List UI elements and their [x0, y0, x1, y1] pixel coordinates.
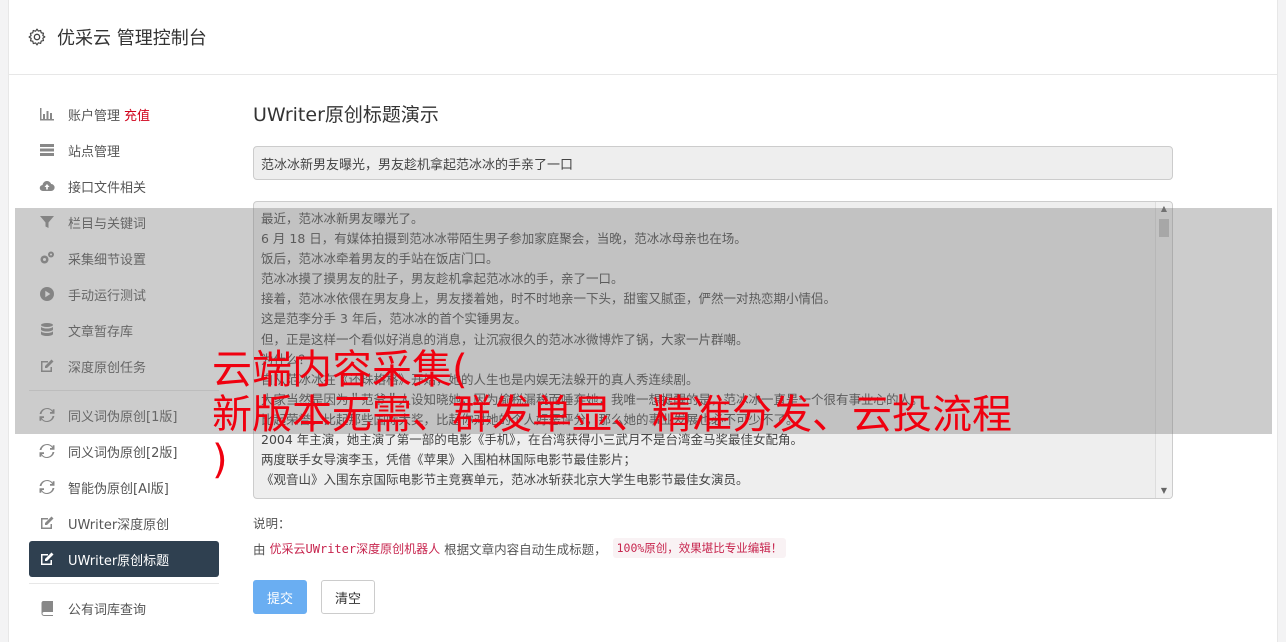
sidebar-item-label: 站点管理: [68, 144, 121, 160]
submit-button[interactable]: 提交: [253, 580, 307, 614]
sidebar-item-smart-ai[interactable]: 智能伪原创[AI版]: [29, 469, 219, 505]
sidebar-item-label: UWriter深度原创: [68, 517, 170, 533]
scroll-down-arrow-icon[interactable]: ▼: [1156, 484, 1172, 498]
edit-icon: [41, 516, 54, 529]
refresh-icon: [39, 480, 55, 494]
note-highlight-original: 100%原创，效果堪比专业编辑！: [612, 538, 787, 558]
section-title: UWriter原创标题演示: [253, 104, 439, 126]
title-input[interactable]: [253, 146, 1173, 180]
watermark-text: 云端内容采集(新版本无需、群发单显、精准分发、云投流程): [212, 348, 1092, 483]
sidebar-item-label: 同义词伪原创[2版]: [68, 445, 178, 461]
page-title: 优采云 管理控制台: [57, 28, 207, 49]
clear-button[interactable]: 清空: [321, 580, 375, 614]
sidebar-item-public-lexicon[interactable]: 公有词库查询: [29, 590, 219, 626]
sidebar-item-account[interactable]: 账户管理 充值: [29, 96, 219, 132]
sidebar-item-uwriter-title[interactable]: UWriter原创标题: [29, 541, 219, 577]
watermark-line: 云端内容采集(: [212, 347, 468, 393]
sidebar-item-uwriter-deep[interactable]: UWriter深度原创: [29, 505, 219, 541]
watermark-line: 新版本无需、群发单显、精准分发、云投流程: [212, 392, 1012, 438]
sidebar-item-sites[interactable]: 站点管理: [29, 132, 219, 168]
note-text: 由 优采云UWriter深度原创机器人 根据文章内容自动生成标题， 100%原创…: [253, 538, 1173, 558]
note-label: 说明：: [253, 516, 291, 531]
refresh-icon: [39, 444, 55, 458]
sidebar-item-label: 账户管理: [68, 108, 121, 124]
sidebar-divider: [29, 583, 219, 584]
note-highlight-robot: 优采云UWriter深度原创机器人: [269, 541, 441, 556]
sidebar-item-interface-files[interactable]: 接口文件相关: [29, 168, 219, 204]
note-prefix: 由: [253, 541, 266, 557]
note-middle: 根据文章内容自动生成标题，: [444, 541, 607, 557]
sidebar-item-synonym-v2[interactable]: 同义词伪原创[2版]: [29, 433, 219, 469]
header: 优采云 管理控制台: [9, 0, 1277, 75]
sidebar-item-label: UWriter原创标题: [68, 553, 170, 569]
recharge-link[interactable]: 充值: [124, 105, 150, 124]
edit-icon: [41, 552, 54, 565]
book-icon: [41, 601, 53, 616]
server-icon: [40, 144, 54, 156]
bar-chart-icon: [40, 108, 54, 121]
sidebar-item-label: 公有词库查询: [68, 602, 147, 618]
gear-icon: [28, 28, 46, 46]
cloud-upload-icon: [39, 181, 55, 192]
button-group: 提交 清空: [253, 580, 1173, 614]
watermark-line: ): [212, 437, 228, 483]
sidebar-item-label: 接口文件相关: [68, 180, 147, 196]
sidebar-item-label: 智能伪原创[AI版]: [68, 481, 169, 497]
